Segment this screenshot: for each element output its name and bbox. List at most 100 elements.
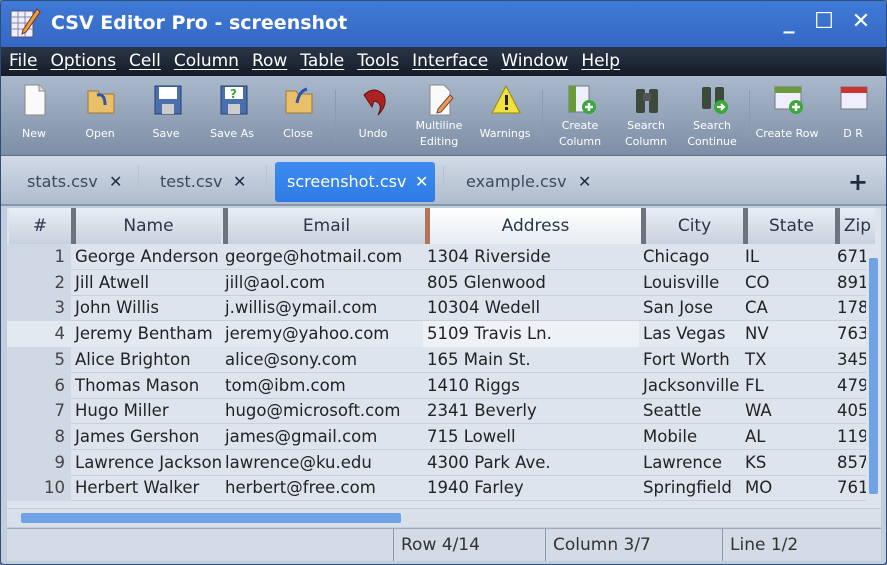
state-cell[interactable]: MO: [741, 475, 835, 501]
addr-cell[interactable]: 5109 Travis Ln.: [423, 321, 641, 348]
minimize-button[interactable]: _: [774, 9, 804, 34]
state-cell[interactable]: AL: [741, 424, 835, 450]
toolbar-save-as-button[interactable]: ? Save As: [199, 76, 265, 156]
city-cell[interactable]: Louisville: [639, 270, 743, 296]
menu-interface[interactable]: Interface: [412, 47, 488, 76]
name-cell[interactable]: George Anderson: [71, 244, 225, 270]
addr-cell[interactable]: 2341 Beverly: [423, 398, 641, 424]
table-row[interactable]: 6 Thomas Mason tom@ibm.com 1410 Riggs Jackso…: [7, 372, 869, 399]
vertical-scroll-thumb[interactable]: [869, 258, 878, 494]
name-cell[interactable]: Jill Atwell: [71, 270, 225, 296]
zip-column-header[interactable]: Zip: [835, 208, 875, 244]
addr-cell[interactable]: 1304 Riverside: [423, 244, 641, 270]
add-tab-button[interactable]: +: [848, 168, 868, 196]
close-tab-icon[interactable]: ✕: [415, 162, 428, 202]
tab-test[interactable]: test.csv ✕: [148, 162, 263, 202]
toolbar-multiline-editing-button[interactable]: Multiline Editing: [406, 76, 472, 156]
email-cell[interactable]: tom@ibm.com: [221, 373, 425, 399]
toolbar-d-r-button[interactable]: D R: [820, 76, 886, 156]
state-cell[interactable]: CA: [741, 295, 835, 321]
table-row[interactable]: 7 Hugo Miller hugo@microsoft.com 2341 Bever…: [7, 398, 869, 425]
city-cell[interactable]: San Jose: [639, 295, 743, 321]
menu-cell[interactable]: Cell: [129, 47, 161, 76]
row-number-header[interactable]: #: [9, 208, 71, 244]
toolbar-warnings-button[interactable]: Warnings: [472, 76, 538, 156]
toolbar-create-row-button[interactable]: Create Row: [754, 76, 820, 156]
addr-cell[interactable]: 1410 Riggs: [423, 373, 641, 399]
city-cell[interactable]: Las Vegas: [639, 321, 743, 348]
menu-window[interactable]: Window: [501, 47, 568, 76]
tab-stats[interactable]: stats.csv ✕: [15, 162, 135, 202]
city-column-header[interactable]: City: [641, 208, 743, 244]
toolbar-new-button[interactable]: New: [1, 76, 67, 156]
menu-column[interactable]: Column: [174, 47, 239, 76]
close-tab-icon[interactable]: ✕: [109, 162, 122, 202]
toolbar-save-button[interactable]: Save: [133, 76, 199, 156]
email-cell[interactable]: jeremy@yahoo.com: [221, 321, 425, 348]
city-cell[interactable]: Fort Worth: [639, 347, 743, 373]
addr-cell[interactable]: 4300 Park Ave.: [423, 450, 641, 476]
email-cell[interactable]: george@hotmail.com: [221, 244, 425, 270]
tab-example[interactable]: example.csv ✕: [454, 162, 604, 202]
email-cell[interactable]: alice@sony.com: [221, 347, 425, 373]
email-cell[interactable]: james@gmail.com: [221, 424, 425, 450]
horizontal-scroll-thumb[interactable]: [21, 513, 401, 523]
toolbar-search-column-button[interactable]: Search Column: [613, 76, 679, 156]
table-row[interactable]: 5 Alice Brighton alice@sony.com 165 Main St…: [7, 346, 869, 373]
city-cell[interactable]: Springfield: [639, 475, 743, 501]
table-row[interactable]: 1 George Anderson george@hotmail.com 1304 R…: [7, 244, 869, 270]
menu-tools[interactable]: Tools: [357, 47, 399, 76]
email-cell[interactable]: j.willis@ymail.com: [221, 295, 425, 321]
addr-cell[interactable]: 715 Lowell: [423, 424, 641, 450]
name-cell[interactable]: Jeremy Bentham: [71, 321, 225, 348]
state-cell[interactable]: FL: [741, 373, 835, 399]
city-cell[interactable]: Chicago: [639, 244, 743, 270]
table-row[interactable]: 2 Jill Atwell jill@aol.com 805 Glenwood Loui…: [7, 269, 869, 296]
table-row[interactable]: 3 John Willis j.willis@ymail.com 10304 Wede…: [7, 295, 869, 322]
name-cell[interactable]: Alice Brighton: [71, 347, 225, 373]
toolbar-close-button[interactable]: Close: [265, 76, 331, 156]
toolbar-create-column-button[interactable]: Create Column: [547, 76, 613, 156]
state-cell[interactable]: WA: [741, 398, 835, 424]
city-cell[interactable]: Mobile: [639, 424, 743, 450]
horizontal-scrollbar[interactable]: [7, 509, 881, 527]
state-cell[interactable]: CO: [741, 270, 835, 296]
city-cell[interactable]: Seattle: [639, 398, 743, 424]
close-window-button[interactable]: ✕: [846, 9, 876, 34]
city-cell[interactable]: Jacksonville: [639, 373, 743, 399]
address-column-header[interactable]: Address: [425, 208, 641, 244]
name-cell[interactable]: Hugo Miller: [71, 398, 225, 424]
close-tab-icon[interactable]: ✕: [578, 162, 591, 202]
state-cell[interactable]: TX: [741, 347, 835, 373]
addr-cell[interactable]: 165 Main St.: [423, 347, 641, 373]
tab-screenshot[interactable]: screenshot.csv ✕: [275, 162, 435, 202]
toolbar-search-continue-button[interactable]: Search Continue: [679, 76, 745, 156]
maximize-button[interactable]: ☐: [809, 9, 839, 34]
state-cell[interactable]: NV: [741, 321, 835, 348]
name-cell[interactable]: Herbert Walker: [71, 475, 225, 501]
addr-cell[interactable]: 10304 Wedell: [423, 295, 641, 321]
table-row[interactable]: 8 James Gershon james@gmail.com 715 Lowell M…: [7, 423, 869, 450]
toolbar-open-button[interactable]: Open: [67, 76, 133, 156]
menu-file[interactable]: File: [9, 47, 37, 76]
city-cell[interactable]: Lawrence: [639, 450, 743, 476]
state-cell[interactable]: KS: [741, 450, 835, 476]
state-cell[interactable]: IL: [741, 244, 835, 270]
name-cell[interactable]: John Willis: [71, 295, 225, 321]
email-cell[interactable]: lawrence@ku.edu: [221, 450, 425, 476]
email-column-header[interactable]: Email: [223, 208, 425, 244]
name-cell[interactable]: Thomas Mason: [71, 373, 225, 399]
toolbar-undo-button[interactable]: Undo: [340, 76, 406, 156]
menu-options[interactable]: Options: [50, 47, 116, 76]
table-row[interactable]: 10 Herbert Walker herbert@free.com 1940 Far…: [7, 475, 869, 502]
email-cell[interactable]: hugo@microsoft.com: [221, 398, 425, 424]
addr-cell[interactable]: 1940 Farley: [423, 475, 641, 501]
email-cell[interactable]: jill@aol.com: [221, 270, 425, 296]
table-row[interactable]: 4 Jeremy Bentham jeremy@yahoo.com 5109 Trav…: [7, 321, 875, 348]
close-tab-icon[interactable]: ✕: [233, 162, 246, 202]
name-cell[interactable]: James Gershon: [71, 424, 225, 450]
vertical-scrollbar[interactable]: [866, 244, 881, 508]
email-cell[interactable]: herbert@free.com: [221, 475, 425, 501]
addr-cell[interactable]: 805 Glenwood: [423, 270, 641, 296]
table-row[interactable]: 9 Lawrence Jackson lawrence@ku.edu 4300 Par…: [7, 449, 869, 476]
